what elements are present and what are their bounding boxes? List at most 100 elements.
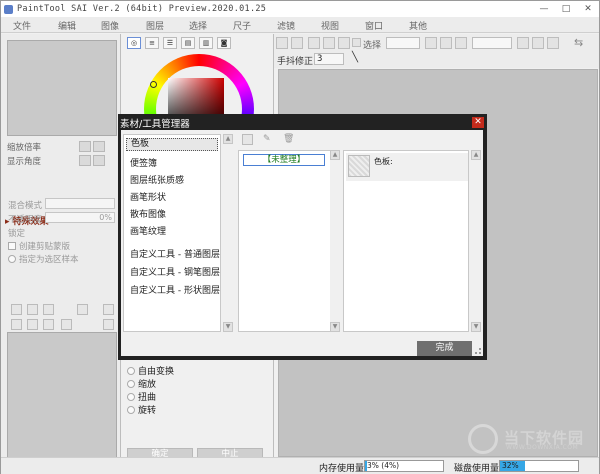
material-scrollbar[interactable]: ▲ ▼ [471, 150, 481, 332]
clip-mask-checkbox[interactable] [8, 242, 16, 250]
category-scatter-image[interactable]: 散布图像 [130, 207, 166, 220]
category-custom-shape[interactable]: 自定义工具 - 形状图层 [130, 283, 220, 296]
rotate-right-button[interactable] [93, 155, 105, 166]
scroll-up-icon[interactable]: ▲ [471, 150, 481, 160]
rotate-cw-button[interactable] [532, 37, 544, 49]
delete-item-icon[interactable]: 🗑 [283, 134, 294, 145]
new-item-icon[interactable] [242, 134, 253, 145]
group-unsorted[interactable]: 【未整理】 [243, 154, 325, 166]
menu-filter[interactable]: 滤镜 [277, 19, 295, 32]
memory-usage-meter: 3% (4%) [364, 460, 444, 472]
tool-free-transform[interactable]: 自由变换 [127, 364, 267, 377]
tab-swatches[interactable]: ▥ [199, 37, 213, 49]
clear-layer-icon[interactable] [43, 319, 54, 330]
watermark-subtext: WWW.DOWNXIA.COM [506, 444, 579, 451]
close-window-button[interactable]: ✕ [577, 1, 599, 16]
invert-selection-button[interactable] [323, 37, 335, 49]
zoom-in-toolbar-button[interactable] [440, 37, 452, 49]
dialog-close-button[interactable]: ✕ [472, 117, 484, 128]
tab-rgb-sliders[interactable]: ≡ [145, 37, 159, 49]
menu-layer[interactable]: 图层 [146, 19, 164, 32]
category-brush-shape[interactable]: 画笔形状 [130, 190, 166, 203]
new-folder-icon[interactable] [43, 304, 54, 315]
scroll-down-icon[interactable]: ▼ [223, 322, 233, 332]
merge-down-icon[interactable] [27, 319, 38, 330]
hue-marker[interactable] [150, 81, 157, 88]
clip-mask-option[interactable]: 创建剪贴蒙版 [8, 240, 70, 252]
menu-ruler[interactable]: 尺子 [233, 19, 251, 32]
menu-image[interactable]: 图像 [101, 19, 119, 32]
zoom-level-select[interactable] [386, 37, 420, 49]
tool-rotate[interactable]: 旋转 [127, 403, 267, 416]
zoom-out-toolbar-button[interactable] [425, 37, 437, 49]
navigator-preview[interactable] [7, 40, 117, 136]
scroll-up-icon[interactable]: ▲ [223, 134, 233, 144]
rotate-left-button[interactable] [79, 155, 91, 166]
category-custom-normal[interactable]: 自定义工具 - 普通图层 [130, 247, 220, 260]
zoom-in-button[interactable] [93, 141, 105, 152]
category-brush-texture[interactable]: 画笔纹理 [130, 224, 166, 237]
layer-options-icon[interactable] [103, 304, 114, 315]
pen-pressure-icon[interactable]: ╲ [352, 52, 358, 63]
zoom-out-button[interactable] [79, 141, 91, 152]
new-shape-layer-icon[interactable] [77, 304, 88, 315]
nav-angle-label: 显示角度 [7, 157, 42, 167]
blend-mode-select[interactable] [45, 198, 115, 209]
tab-mix-sliders[interactable]: ▤ [181, 37, 195, 49]
scroll-down-icon[interactable]: ▼ [471, 322, 481, 332]
done-button[interactable]: 完成 [417, 341, 472, 356]
flip-icon[interactable]: ⇆ [574, 36, 583, 49]
delete-layer-icon[interactable] [61, 319, 72, 330]
layer-menu-icon[interactable] [103, 319, 114, 330]
menu-edit[interactable]: 编辑 [58, 19, 76, 32]
selection-sample-option[interactable]: 指定为选区样本 [8, 253, 79, 265]
selection-sample-radio[interactable] [8, 255, 16, 263]
minimize-button[interactable]: — [533, 1, 555, 16]
zoom-reset-button[interactable] [455, 37, 467, 49]
menu-window[interactable]: 窗口 [365, 19, 383, 32]
transform-tool-list: 自由变换 缩放 扭曲 旋转 [127, 364, 267, 416]
nav-zoom-label: 缩放倍率 [7, 143, 42, 153]
transfer-down-icon[interactable] [11, 319, 22, 330]
lock-label: 锁定 [8, 229, 26, 239]
material-item[interactable]: 色板: [346, 153, 468, 181]
watermark-logo-icon [468, 424, 498, 454]
resize-grip-icon[interactable] [475, 348, 481, 354]
category-swatches[interactable]: 色板 [126, 138, 218, 151]
tab-color-wheel[interactable]: ◎ [127, 37, 141, 49]
rotate-reset-button[interactable] [547, 37, 559, 49]
deselect-button[interactable] [308, 37, 320, 49]
edit-item-icon[interactable]: ✎ [263, 134, 274, 145]
new-layer-icon[interactable] [11, 304, 22, 315]
maximize-button[interactable]: □ [555, 1, 577, 16]
color-mode-tabs: ◎ ≡ ☰ ▤ ▥ ◙ [127, 37, 231, 51]
scroll-down-icon[interactable]: ▼ [330, 322, 340, 332]
rotation-select[interactable] [472, 37, 512, 49]
tool-distort[interactable]: 扭曲 [127, 390, 267, 403]
tab-scratchpad[interactable]: ◙ [217, 37, 231, 49]
menu-file[interactable]: 文件 [13, 19, 31, 32]
rotate-ccw-button[interactable] [517, 37, 529, 49]
app-window: PaintTool SAI Ver.2 (64bit) Preview.2020… [0, 0, 600, 474]
category-scrollbar[interactable]: ▲ ▼ [223, 134, 233, 332]
menu-other[interactable]: 其他 [409, 19, 427, 32]
scroll-up-icon[interactable]: ▲ [330, 150, 340, 160]
stabilizer-label: 手抖修正 [277, 57, 314, 67]
category-scratchpad[interactable]: 便签簿 [130, 156, 157, 169]
opacity-label: 不透明度 [8, 215, 43, 225]
category-custom-pen[interactable]: 自定义工具 - 钢笔图层 [130, 265, 220, 278]
undo-button[interactable] [276, 37, 288, 49]
select-checkbox[interactable] [352, 38, 361, 47]
opacity-field[interactable]: 0% [45, 212, 115, 223]
tab-hsv-sliders[interactable]: ☰ [163, 37, 177, 49]
category-paper-texture[interactable]: 图层纸张质感 [130, 173, 184, 186]
stabilizer-select[interactable]: 3 [314, 53, 344, 65]
group-scrollbar[interactable]: ▲ ▼ [330, 150, 340, 332]
new-pen-layer-icon[interactable] [27, 304, 38, 315]
menu-view[interactable]: 视图 [321, 19, 339, 32]
tool-scale[interactable]: 缩放 [127, 377, 267, 390]
menu-select[interactable]: 选择 [189, 19, 207, 32]
show-selection-button[interactable] [338, 37, 350, 49]
layer-list[interactable] [7, 332, 117, 474]
redo-button[interactable] [291, 37, 303, 49]
